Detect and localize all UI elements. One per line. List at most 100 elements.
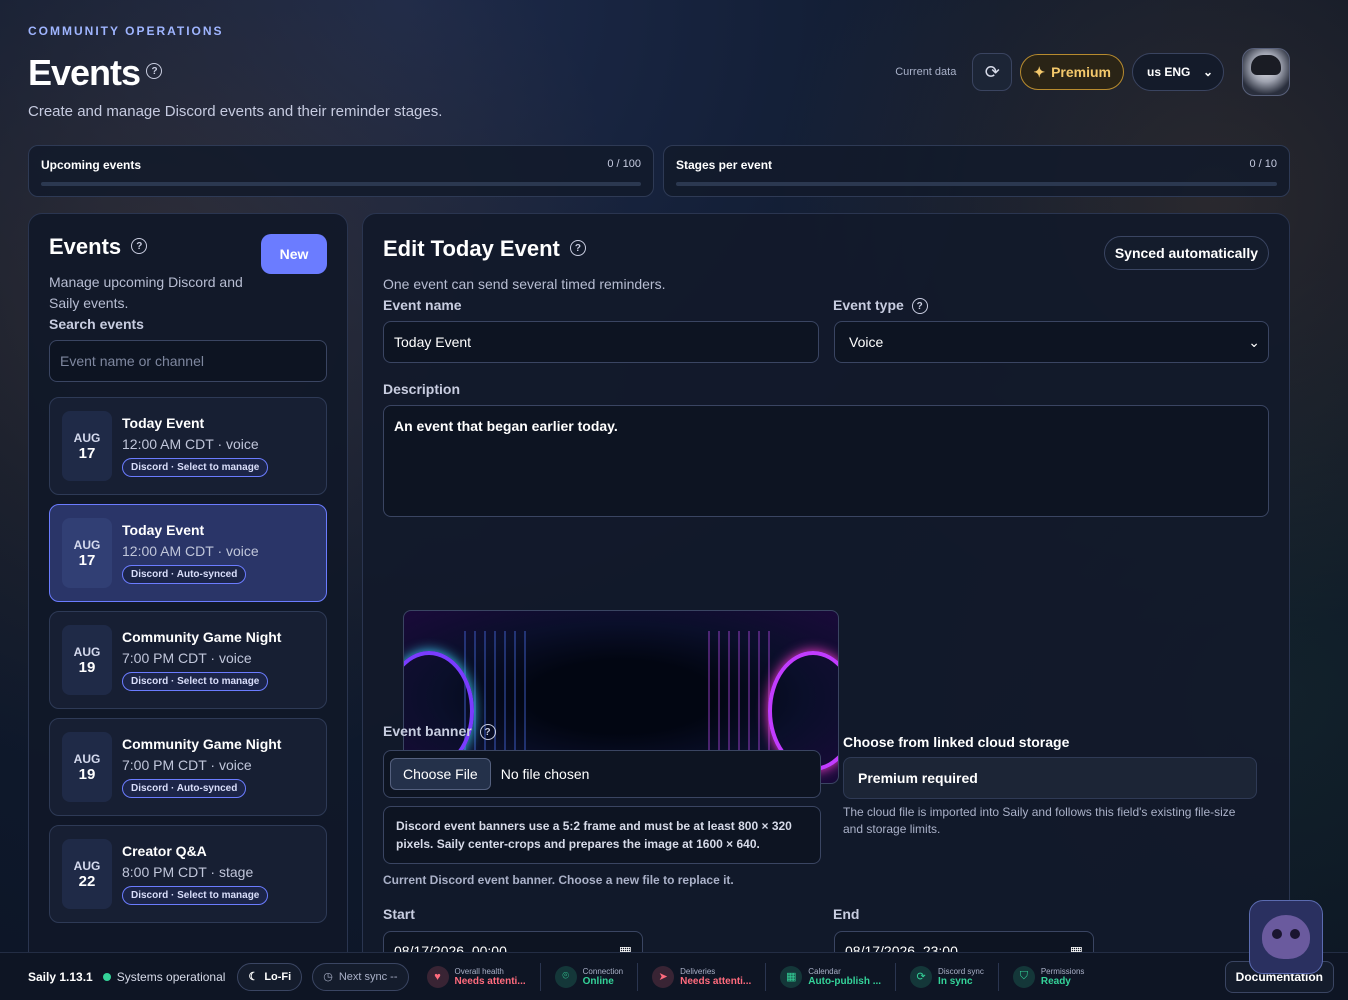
chevron-down-icon: ⌄	[1248, 333, 1260, 350]
status-value: Needs attenti...	[680, 975, 752, 987]
status-separator	[765, 962, 767, 991]
status-separator	[637, 962, 639, 991]
stat-value: 0 / 100	[607, 158, 641, 170]
status-item[interactable]: ⟳ Discord sync In sync	[910, 965, 984, 988]
event-list-item[interactable]: AUG 17 Today Event 12:00 AM CDT · voice …	[49, 397, 327, 495]
system-status-text: Systems operational	[116, 969, 226, 984]
event-name: Creator Q&A	[122, 843, 207, 859]
event-list-item[interactable]: AUG 17 Today Event 12:00 AM CDT · voice …	[49, 504, 327, 602]
event-name-field[interactable]: Today Event	[383, 321, 819, 363]
heart-icon: ♥	[426, 965, 449, 988]
status-footer: Saily 1.13.1 Systems operational ☾ Lo-Fi…	[0, 952, 1348, 1000]
cloud-storage-note: The cloud file is imported into Saily an…	[843, 805, 1236, 836]
start-label: Start	[383, 906, 415, 922]
event-month: AUG	[73, 537, 101, 552]
refresh-button[interactable]: ⟳	[972, 53, 1013, 91]
status-item[interactable]: ♥ Overall health Needs attenti...	[426, 965, 526, 988]
status-item[interactable]: ⌾ Connection Online	[554, 965, 623, 988]
description-field[interactable]: An event that began earlier today.	[383, 405, 1269, 517]
status-label: Calendar	[808, 966, 841, 976]
event-month: AUG	[73, 644, 101, 659]
stat-value: 0 / 10	[1249, 158, 1277, 170]
event-info: Community Game Night 7:00 PM CDT · voice…	[122, 736, 281, 798]
stat-progress-bar	[676, 182, 1277, 186]
event-list-item[interactable]: AUG 19 Community Game Night 7:00 PM CDT …	[49, 718, 327, 816]
status-separator	[997, 962, 999, 991]
event-name: Community Game Night	[122, 629, 282, 645]
status-item[interactable]: ⛉ Permissions Ready	[1012, 965, 1085, 988]
status-label: Deliveries	[680, 966, 716, 976]
status-text: Connection Online	[583, 967, 623, 987]
event-list-item[interactable]: AUG 22 Creator Q&A 8:00 PM CDT · stage D…	[49, 825, 327, 923]
help-icon[interactable]: ?	[131, 238, 148, 255]
event-date-box: AUG 19	[62, 625, 112, 695]
status-item[interactable]: ➤ Deliveries Needs attenti...	[652, 965, 751, 988]
lofi-label: Lo-Fi	[264, 970, 292, 983]
language-select[interactable]: us ENG ⌄	[1132, 53, 1224, 91]
search-input[interactable]	[49, 340, 327, 382]
status-value: In sync	[938, 975, 973, 987]
lofi-button[interactable]: ☾ Lo-Fi	[237, 962, 303, 991]
status-separator	[895, 962, 897, 991]
status-text: Permissions Ready	[1041, 967, 1085, 987]
choose-file-button[interactable]: Choose File	[390, 758, 491, 790]
event-tag: Discord · Select to manage	[122, 886, 269, 905]
help-icon[interactable]: ?	[479, 724, 496, 741]
event-info: Community Game Night 7:00 PM CDT · voice…	[122, 629, 281, 691]
event-tag: Discord · Auto-synced	[122, 565, 247, 584]
event-month: AUG	[73, 751, 101, 766]
page-kicker: COMMUNITY OPERATIONS	[28, 24, 224, 38]
sparkle-icon: ✦	[1033, 63, 1046, 80]
next-sync-label: Next sync --	[338, 970, 398, 983]
help-icon[interactable]: ?	[911, 298, 928, 315]
event-name: Today Event	[122, 415, 205, 431]
event-name: Today Event	[122, 522, 205, 538]
event-meta: 7:00 PM CDT · voice	[122, 650, 252, 666]
next-sync-button[interactable]: ◷ Next sync --	[312, 962, 409, 991]
status-item[interactable]: ▦ Calendar Auto-publish ...	[780, 965, 881, 988]
event-list-item[interactable]: AUG 19 Community Game Night 7:00 PM CDT …	[49, 611, 327, 709]
status-label: Connection	[582, 966, 624, 976]
edit-event-panel: Edit Today Event ? Synced automatically …	[362, 213, 1290, 1000]
status-value: Ready	[1040, 975, 1071, 987]
current-data-label: Current data	[895, 66, 957, 78]
event-day: 19	[78, 765, 96, 783]
status-text: Discord sync In sync	[938, 967, 984, 987]
stat-upcoming-events: Upcoming events 0 / 100	[28, 145, 654, 197]
mascot-cat-icon	[1262, 915, 1310, 959]
event-info: Creator Q&A 8:00 PM CDT · stage Discord …	[122, 843, 269, 905]
banner-hint: Current Discord event banner. Choose a n…	[383, 873, 734, 887]
help-icon[interactable]: ?	[146, 63, 163, 80]
stat-stages-per-event: Stages per event 0 / 10	[663, 145, 1290, 197]
premium-required-button[interactable]: Premium required	[843, 757, 1257, 799]
app-version: Saily 1.13.1	[28, 969, 93, 984]
new-event-button[interactable]: New	[261, 234, 327, 274]
cloud-storage-title: Choose from linked cloud storage	[843, 734, 1070, 750]
signal-icon: ⌾	[554, 965, 577, 988]
event-day: 17	[78, 444, 96, 462]
moon-icon: ☾	[248, 971, 259, 983]
event-month: AUG	[73, 858, 101, 873]
status-text: Deliveries Needs attenti...	[680, 967, 751, 987]
event-type-label-text: Event type	[833, 297, 904, 313]
event-date-box: AUG 17	[62, 411, 112, 481]
help-icon[interactable]: ?	[569, 240, 586, 257]
status-text: Calendar Auto-publish ...	[808, 967, 881, 987]
status-dot	[102, 972, 111, 981]
avatar[interactable]	[1242, 48, 1290, 96]
event-name-label: Event name	[383, 297, 462, 313]
status-label: Overall health	[454, 966, 504, 976]
shield-icon: ⛉	[1012, 965, 1035, 988]
premium-label: Premium	[1051, 64, 1111, 80]
mascot-assistant-button[interactable]	[1249, 900, 1323, 974]
editor-subtitle: One event can send several timed reminde…	[383, 276, 666, 292]
event-name: Community Game Night	[122, 736, 282, 752]
sync-icon: ⟳	[910, 965, 933, 988]
event-type-select[interactable]: Voice ⌄	[834, 321, 1269, 363]
premium-button[interactable]: ✦ Premium	[1020, 54, 1124, 90]
language-value: us ENG	[1147, 65, 1191, 79]
page-title-text: Events	[28, 52, 141, 93]
page-title: Events?	[28, 52, 163, 94]
event-type-value: Voice	[849, 334, 884, 350]
event-date-box: AUG 19	[62, 732, 112, 802]
